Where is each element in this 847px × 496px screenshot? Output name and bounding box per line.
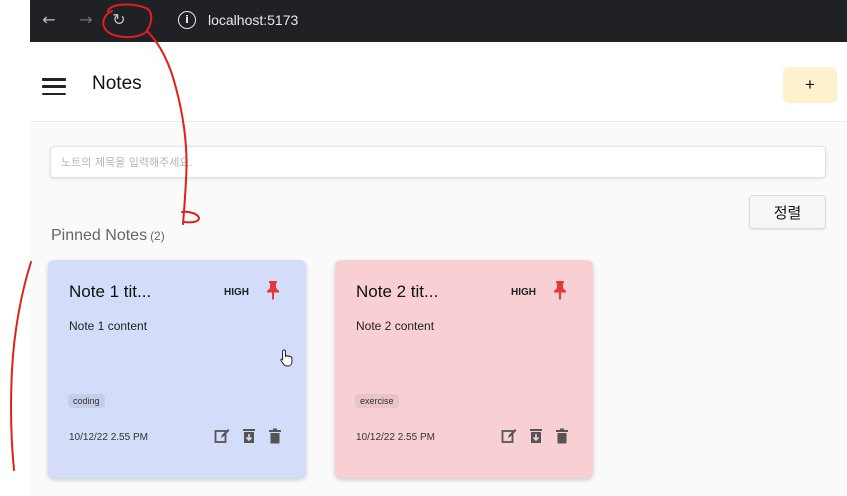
pin-icon[interactable] (553, 280, 567, 300)
pinned-notes-heading: Pinned Notes (2) (51, 227, 165, 245)
pinned-notes-title: Pinned Notes (51, 227, 148, 244)
annotation-left-bracket (9, 261, 32, 471)
note-card[interactable]: Note 2 tit... HIGH Note 2 content exerci… (335, 260, 593, 478)
edit-icon[interactable] (214, 428, 230, 444)
app-header: Notes + (30, 42, 847, 122)
archive-icon[interactable] (528, 428, 544, 444)
pin-icon[interactable] (266, 280, 280, 300)
reload-icon[interactable]: ↻ (108, 9, 130, 31)
note-date: 10/12/22 2.55 PM (69, 432, 148, 443)
pinned-notes-count: (2) (150, 229, 165, 243)
priority-badge: HIGH (511, 287, 536, 298)
info-icon[interactable]: i (178, 11, 196, 29)
hand-cursor-icon (280, 349, 293, 367)
main-content: 정렬 Pinned Notes(2) Note 1 tit... HIGH No… (30, 123, 847, 496)
hamburger-menu-icon[interactable] (42, 78, 66, 96)
note-content: Note 1 content (69, 319, 148, 333)
sort-button[interactable]: 정렬 (749, 195, 826, 229)
delete-icon[interactable] (554, 428, 570, 444)
page-title: Notes (92, 73, 142, 94)
note-tag[interactable]: coding (68, 394, 105, 408)
edit-icon[interactable] (501, 428, 517, 444)
browser-toolbar: ← → ↻ i localhost:5173 (30, 0, 847, 42)
add-note-button[interactable]: + (783, 67, 837, 103)
note-content: Note 2 content (356, 319, 435, 333)
address-bar-url[interactable]: localhost:5173 (208, 11, 298, 29)
note-title: Note 1 tit... (69, 282, 152, 301)
note-card[interactable]: Note 1 tit... HIGH Note 1 content coding… (48, 260, 306, 478)
search-input[interactable] (50, 146, 826, 178)
note-date: 10/12/22 2.55 PM (356, 432, 435, 443)
arrow-right-icon[interactable]: → (75, 9, 97, 31)
left-gutter (0, 0, 30, 42)
note-tag[interactable]: exercise (355, 394, 399, 408)
arrow-left-icon[interactable]: ← (38, 9, 60, 31)
archive-icon[interactable] (241, 428, 257, 444)
priority-badge: HIGH (224, 287, 249, 298)
delete-icon[interactable] (267, 428, 283, 444)
note-title: Note 2 tit... (356, 282, 439, 301)
